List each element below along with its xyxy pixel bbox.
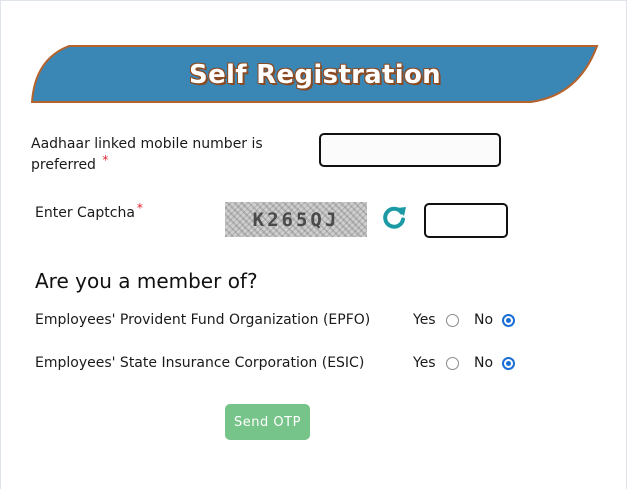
captcha-label-text: Enter Captcha [35,205,135,221]
required-marker: * [102,153,109,167]
membership-title: Are you a member of? [35,269,258,293]
esic-no-label[interactable]: No [474,353,493,373]
esic-no-radio[interactable] [502,357,515,370]
esic-label: Employees' State Insurance Corporation (… [35,355,365,371]
epfo-no-radio[interactable] [502,314,515,327]
mobile-label: Aadhaar linked mobile number is preferre… [31,134,263,176]
captcha-label: Enter Captcha * [35,201,143,224]
required-marker: * [136,201,143,215]
epfo-yes-radio[interactable] [446,314,459,327]
page-title: Self Registration [189,60,441,90]
epfo-no-label[interactable]: No [474,310,493,330]
esic-yes-label[interactable]: Yes [413,353,436,373]
mobile-number-input[interactable] [319,133,501,167]
epfo-yes-label[interactable]: Yes [413,310,436,330]
registration-banner: Self Registration [31,45,599,103]
send-otp-button[interactable]: Send OTP [225,404,310,440]
epfo-label: Employees' Provident Fund Organization (… [35,312,371,328]
captcha-code: K265QJ [252,208,340,231]
mobile-label-line2: preferred [31,157,96,173]
mobile-label-line1: Aadhaar linked mobile number is [31,136,263,152]
captcha-image: K265QJ [225,202,367,237]
captcha-input[interactable] [424,203,508,238]
refresh-icon[interactable] [380,204,408,232]
esic-yes-radio[interactable] [446,357,459,370]
